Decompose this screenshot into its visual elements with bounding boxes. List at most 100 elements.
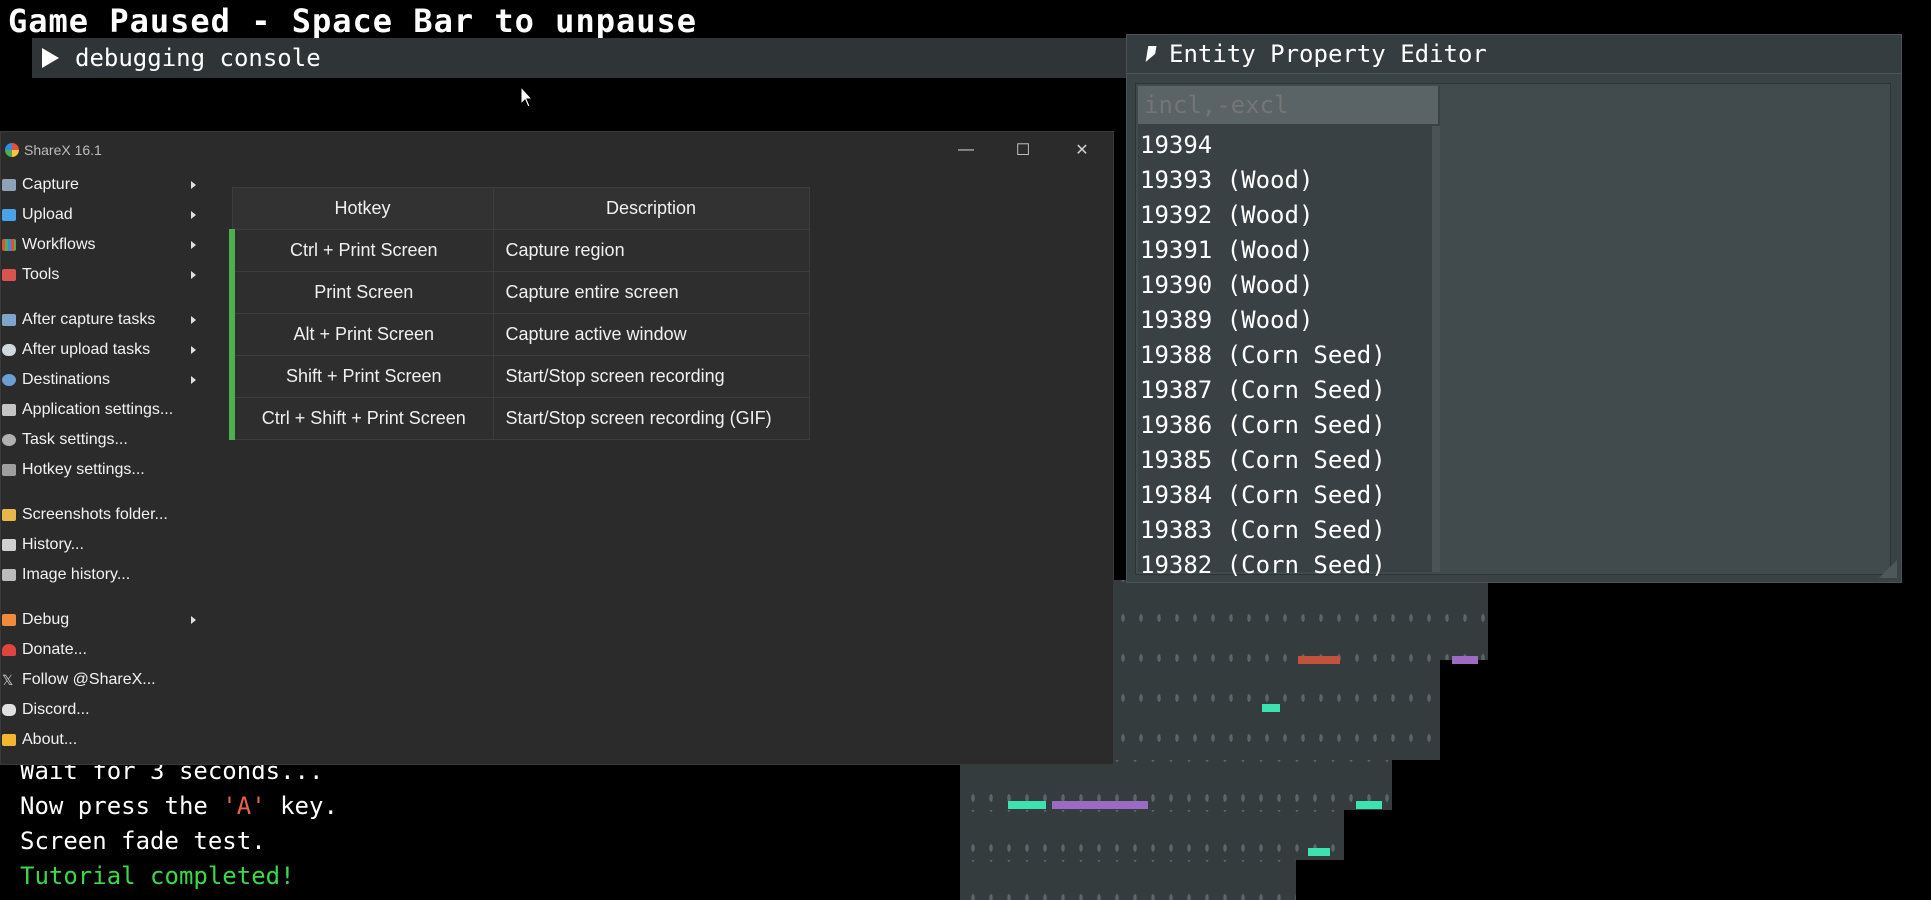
entity-list-item[interactable]: 19386 (Corn Seed) — [1138, 408, 1440, 443]
table-row[interactable]: Ctrl + Shift + Print Screen Start/Stop s… — [229, 397, 810, 440]
description-cell[interactable]: Start/Stop screen recording — [492, 355, 810, 398]
menu-item-after-upload-tasks[interactable]: After upload tasks — [1, 335, 196, 365]
menu-item-destinations[interactable]: Destinations — [1, 365, 196, 395]
crop-sprite — [1308, 848, 1330, 856]
sharex-titlebar[interactable]: ShareX 16.1 — ☐ ✕ — [1, 132, 1113, 168]
description-cell[interactable]: Start/Stop screen recording (GIF) — [492, 397, 810, 440]
entity-list-item[interactable]: 19388 (Corn Seed) — [1138, 338, 1440, 373]
entity-list-item[interactable]: 19390 (Wood) — [1138, 268, 1440, 303]
submenu-arrow-icon — [191, 316, 196, 324]
resize-grip[interactable] — [1879, 560, 1897, 578]
entity-list-item[interactable]: 19382 (Corn Seed) — [1138, 548, 1440, 583]
entity-list-item[interactable]: 19385 (Corn Seed) — [1138, 443, 1440, 478]
tutorial-line: Now press the 'A' key. — [20, 789, 338, 824]
menu-item-after-capture-tasks[interactable]: After capture tasks — [1, 305, 196, 335]
crop-sprite — [1298, 656, 1340, 664]
menu-item-follow[interactable]: 𝕏 Follow @ShareX... — [1, 665, 196, 695]
entity-list-item[interactable]: 19393 (Wood) — [1138, 163, 1440, 198]
menu-item-donate[interactable]: Donate... — [1, 635, 196, 665]
maximize-button[interactable]: ☐ — [1000, 132, 1046, 168]
entity-list-panel: 19394 19393 (Wood) 19392 (Wood) 19391 (W… — [1138, 86, 1440, 579]
crop-sprite — [1356, 801, 1382, 809]
entity-filter-input[interactable] — [1138, 86, 1438, 124]
entity-list-item[interactable]: 19392 (Wood) — [1138, 198, 1440, 233]
entity-list-item[interactable]: 19383 (Corn Seed) — [1138, 513, 1440, 548]
sharex-main-menu: Capture Upload Workflows Tools After cap… — [1, 170, 196, 755]
entity-list-item[interactable]: 19384 (Corn Seed) — [1138, 478, 1440, 513]
entity-list-item[interactable]: 19391 (Wood) — [1138, 233, 1440, 268]
menu-item-label: Capture — [22, 176, 79, 193]
menu-item-label: Destinations — [22, 371, 111, 388]
table-row[interactable]: Shift + Print Screen Start/Stop screen r… — [229, 355, 810, 398]
tutorial-key-highlight: 'A' — [222, 792, 266, 820]
crown-icon — [2, 734, 16, 746]
x-logo-icon: 𝕏 — [2, 672, 14, 688]
close-button[interactable]: ✕ — [1059, 132, 1105, 168]
workflow-grid-icon — [2, 239, 16, 251]
menu-item-label: After upload tasks — [22, 341, 151, 358]
camera-icon — [2, 179, 16, 191]
discord-icon — [2, 704, 16, 716]
menu-item-application-settings[interactable]: Application settings... — [1, 395, 196, 425]
menu-item-screenshots-folder[interactable]: Screenshots folder... — [1, 500, 196, 530]
submenu-arrow-icon — [191, 616, 196, 624]
cloud-icon — [2, 344, 16, 356]
entity-list-item[interactable]: 19389 (Wood) — [1138, 303, 1440, 338]
entity-list-item[interactable]: 19394 — [1138, 128, 1440, 163]
entity-list-scrollbar[interactable] — [1432, 126, 1440, 572]
heart-icon — [2, 644, 16, 656]
menu-item-label: Hotkey settings... — [22, 461, 145, 478]
crop-sprite — [1262, 704, 1280, 712]
game-field — [960, 860, 1296, 900]
column-header-description: Description — [492, 187, 810, 230]
menu-item-discord[interactable]: Discord... — [1, 695, 196, 725]
column-header-hotkey: Hotkey — [231, 187, 494, 230]
hotkey-cell[interactable]: Ctrl + Print Screen — [229, 229, 494, 272]
menu-item-task-settings[interactable]: Task settings... — [1, 425, 196, 455]
table-row[interactable]: Print Screen Capture entire screen — [229, 271, 810, 314]
menu-item-label: Task settings... — [22, 431, 128, 448]
debugging-console-toggle[interactable]: debugging console — [32, 38, 1132, 78]
description-cell[interactable]: Capture active window — [492, 313, 810, 356]
submenu-arrow-icon — [191, 181, 196, 189]
menu-item-about[interactable]: About... — [1, 725, 196, 755]
entity-editor-title: Entity Property Editor — [1169, 40, 1487, 68]
menu-item-label: After capture tasks — [22, 311, 156, 328]
menu-item-workflows[interactable]: Workflows — [1, 230, 196, 260]
entity-editor-titlebar[interactable]: Entity Property Editor — [1127, 35, 1901, 74]
table-row[interactable]: Ctrl + Print Screen Capture region — [229, 229, 810, 272]
tutorial-log: Wait for 3 seconds... Now press the 'A' … — [20, 754, 338, 894]
menu-item-capture[interactable]: Capture — [1, 170, 196, 200]
collapse-triangle-icon[interactable] — [1145, 46, 1157, 62]
minimize-button[interactable]: — — [943, 132, 989, 168]
menu-item-tools[interactable]: Tools — [1, 260, 196, 290]
menu-item-image-history[interactable]: Image history... — [1, 560, 196, 590]
traffic-cone-icon — [2, 614, 16, 626]
menu-item-label: Follow @ShareX... — [22, 671, 156, 688]
tutorial-text: Now press the — [20, 792, 223, 820]
crop-sprite — [1452, 656, 1478, 664]
entity-list: 19394 19393 (Wood) 19392 (Wood) 19391 (W… — [1138, 128, 1440, 583]
hotkey-cell[interactable]: Shift + Print Screen — [229, 355, 494, 398]
pause-banner: Game Paused - Space Bar to unpause — [8, 2, 698, 40]
submenu-arrow-icon — [191, 271, 196, 279]
menu-item-history[interactable]: History... — [1, 530, 196, 560]
menu-item-hotkey-settings[interactable]: Hotkey settings... — [1, 455, 196, 485]
sharex-logo-icon — [5, 143, 19, 157]
menu-item-upload[interactable]: Upload — [1, 200, 196, 230]
hotkey-cell[interactable]: Print Screen — [229, 271, 494, 314]
description-cell[interactable]: Capture region — [492, 229, 810, 272]
hotkey-table: Hotkey Description Ctrl + Print Screen C… — [229, 187, 810, 440]
upload-arrow-icon — [2, 209, 16, 221]
table-header-row: Hotkey Description — [231, 187, 810, 230]
menu-item-label: About... — [22, 731, 78, 748]
sharex-window: ShareX 16.1 — ☐ ✕ Capture Upload Workflo… — [0, 131, 1114, 765]
description-cell[interactable]: Capture entire screen — [492, 271, 810, 314]
entity-list-item[interactable]: 19387 (Corn Seed) — [1138, 373, 1440, 408]
menu-item-debug[interactable]: Debug — [1, 605, 196, 635]
hotkey-cell[interactable]: Alt + Print Screen — [229, 313, 494, 356]
submenu-arrow-icon — [191, 211, 196, 219]
menu-item-label: Image history... — [22, 566, 131, 583]
hotkey-cell[interactable]: Ctrl + Shift + Print Screen — [229, 397, 494, 440]
table-row[interactable]: Alt + Print Screen Capture active window — [229, 313, 810, 356]
